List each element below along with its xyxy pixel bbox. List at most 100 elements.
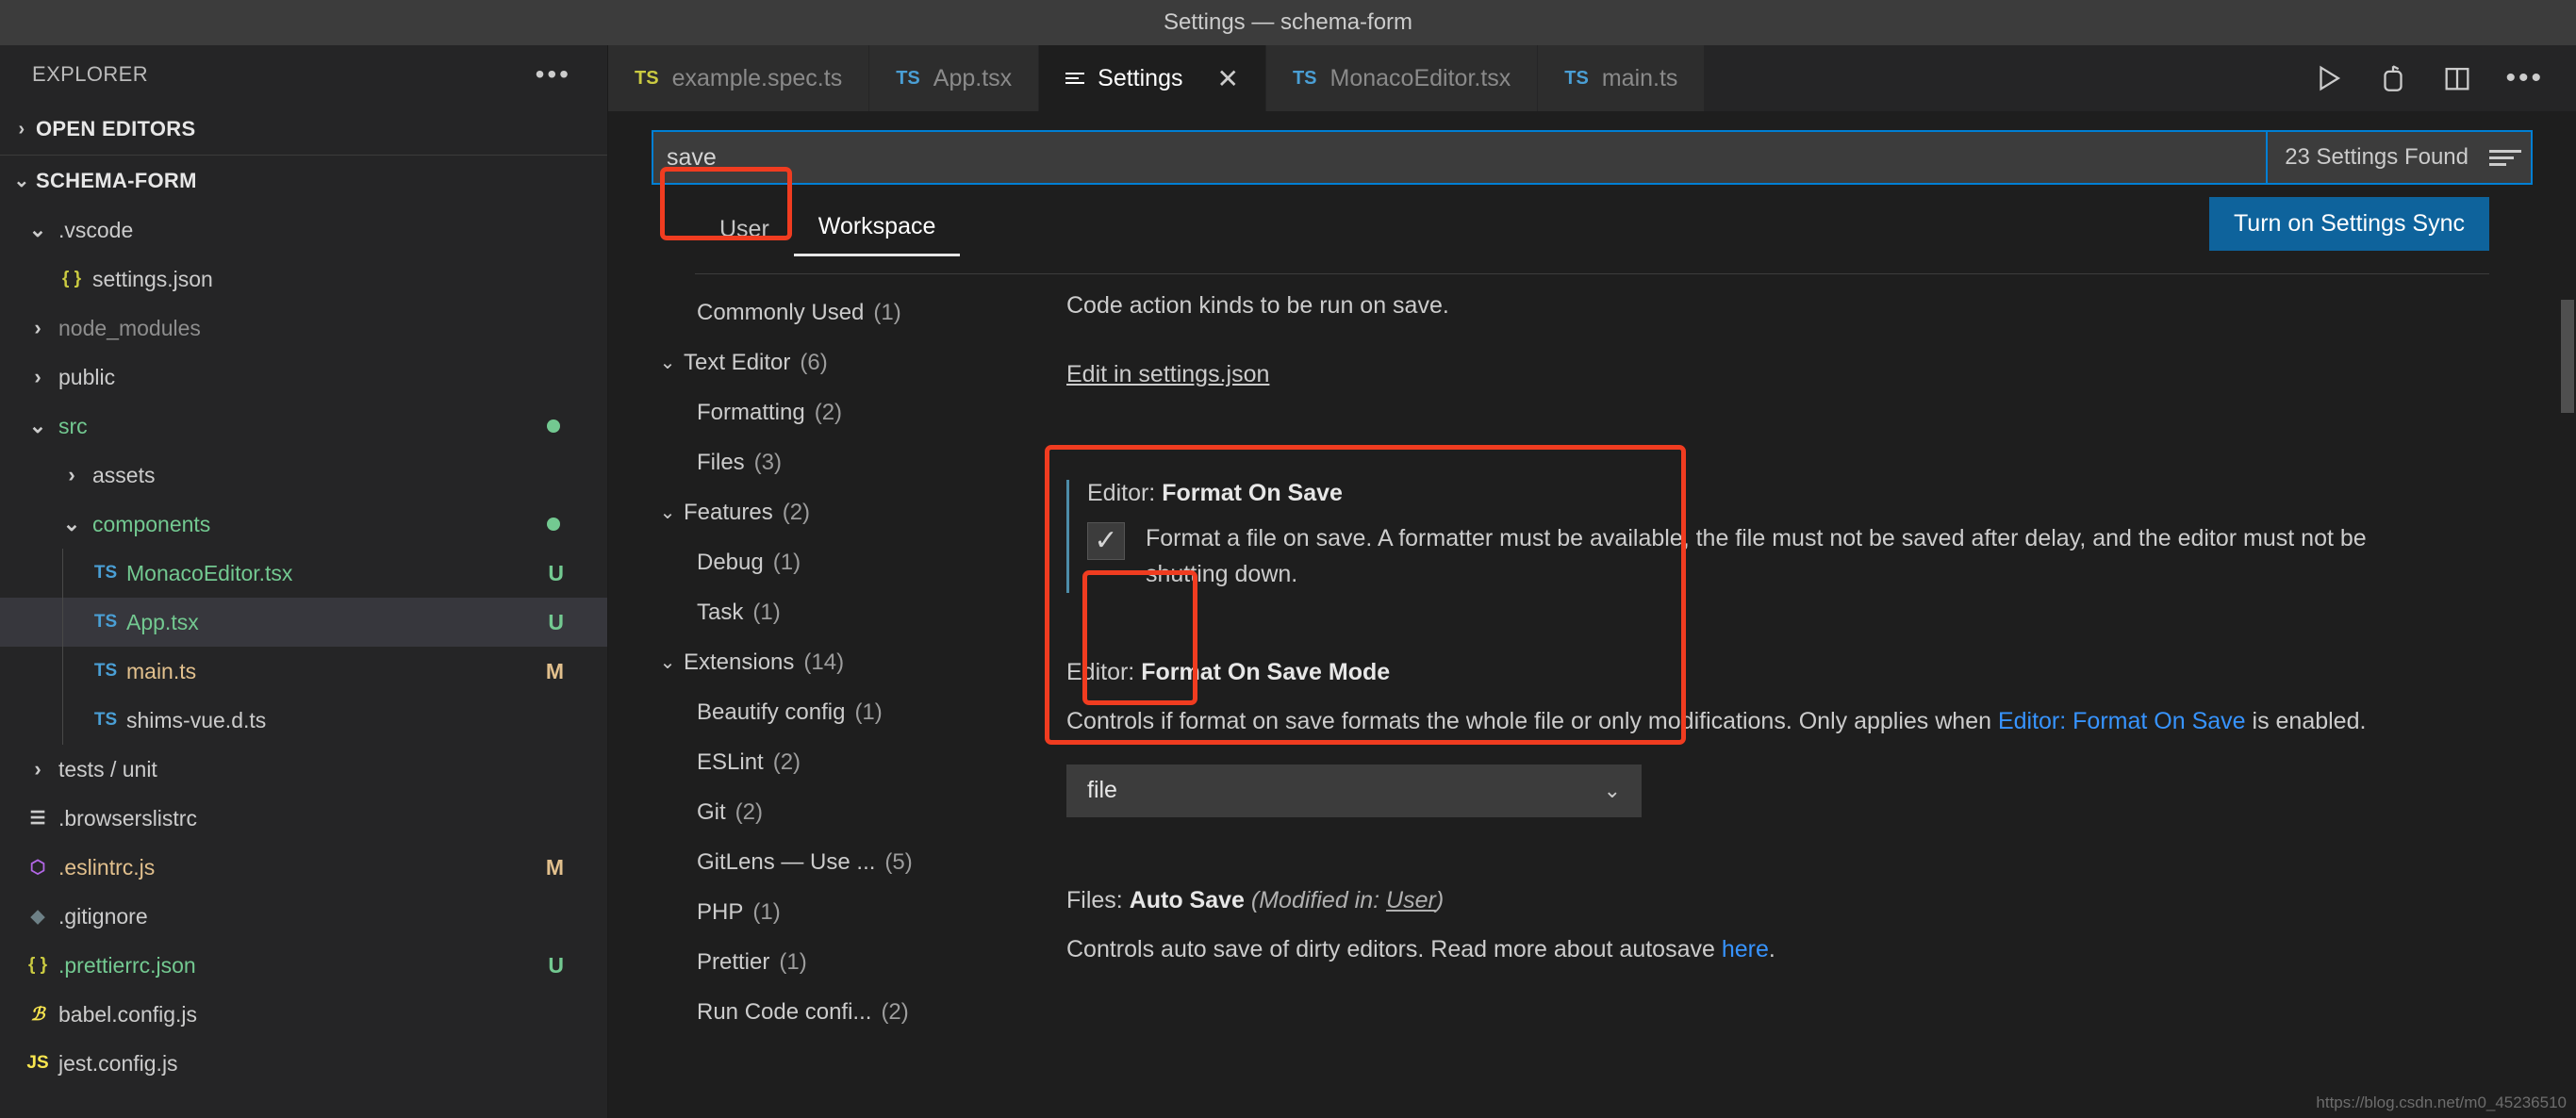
git-status-badge: U [548, 609, 564, 634]
toc-item-label: Prettier [697, 948, 770, 975]
toc-item[interactable]: ⌄ Extensions (14) [652, 637, 1066, 687]
tree-folder-row[interactable]: › assets [0, 451, 607, 500]
toc-item[interactable]: Task (1) [652, 587, 1066, 637]
typescript-file-icon: TS [93, 710, 118, 730]
typescript-file-icon: TS [896, 67, 920, 89]
format-on-save-checkbox[interactable]: ✓ [1087, 521, 1125, 560]
desc-part-1: Controls if format on save formats the w… [1066, 708, 1998, 734]
run-icon[interactable] [2313, 62, 2345, 94]
chevron-down-icon: ⌄ [659, 652, 676, 673]
filter-icon[interactable] [2489, 149, 2521, 166]
toc-item-count: (3) [753, 449, 783, 475]
toc-item-count: (1) [779, 948, 807, 975]
chevron-down-icon: ⌄ [659, 353, 676, 373]
toc-item[interactable]: Commonly Used (1) [652, 288, 1066, 337]
toc-item[interactable]: Prettier (1) [652, 937, 1066, 987]
editor-tab[interactable]: TS main.ts [1538, 45, 1706, 111]
toc-item[interactable]: Formatting (2) [652, 387, 1066, 437]
project-section[interactable]: ⌄ SCHEMA-FORM [0, 155, 607, 206]
editor-format-on-save-link[interactable]: Editor: Format On Save [1998, 708, 2246, 734]
more-actions-icon[interactable]: ••• [2505, 64, 2544, 92]
babel-file-icon: ℬ [30, 1004, 45, 1025]
setting-title: Editor: Format On Save Mode [1066, 659, 2538, 686]
indent-guide [62, 696, 63, 745]
open-editors-section[interactable]: › OPEN EDITORS [0, 104, 607, 155]
run-and-debug-icon[interactable] [2377, 62, 2409, 94]
tree-file-row[interactable]: TS App.tsx U [0, 598, 607, 647]
tree-file-row[interactable]: TS shims-vue.d.ts [0, 696, 607, 745]
turn-on-settings-sync-button[interactable]: Turn on Settings Sync [2208, 197, 2489, 251]
toc-item[interactable]: ⌄ Features (2) [652, 487, 1066, 537]
toc-item[interactable]: Git (2) [652, 787, 1066, 837]
tree-item-label: main.ts [126, 658, 197, 683]
tree-folder-row[interactable]: ⌄ .vscode [0, 206, 607, 255]
setting-editor-format-on-save-mode: Editor: Format On Save Mode Controls if … [1066, 659, 2538, 817]
tree-file-row[interactable]: { } .prettierrc.json U [0, 941, 607, 990]
editor-tab[interactable]: TS App.tsx [869, 45, 1040, 111]
tree-folder-row[interactable]: ⌄ src [0, 402, 607, 451]
git-status-badge: U [548, 952, 564, 978]
toc-item-count: (6) [800, 349, 828, 375]
explorer-sidebar: EXPLORER ••• › OPEN EDITORS ⌄ SCHEMA-FOR… [0, 45, 608, 1118]
toc-item-count: (1) [752, 599, 781, 625]
split-editor-icon[interactable] [2441, 62, 2473, 94]
toc-item[interactable]: ⌄ Text Editor (6) [652, 337, 1066, 387]
tree-item-label: MonacoEditor.tsx [126, 560, 293, 585]
tree-folder-row[interactable]: › public [0, 353, 607, 402]
chevron-right-icon: › [34, 316, 41, 339]
close-icon[interactable]: ✕ [1216, 63, 1238, 94]
editor-tab[interactable]: TS example.spec.ts [608, 45, 870, 111]
editor-tab[interactable]: Settings ✕ [1039, 45, 1266, 111]
more-icon[interactable]: ••• [536, 61, 571, 88]
toc-item[interactable]: PHP (1) [652, 887, 1066, 937]
search-input[interactable]: save [652, 130, 2269, 185]
lines-file-icon: ☰ [29, 808, 46, 829]
toc-item[interactable]: Run Code confi... (2) [652, 987, 1066, 1037]
edit-in-settings-json-link[interactable]: Edit in settings.json [1066, 356, 2538, 393]
tree-folder-row[interactable]: › tests / unit [0, 745, 607, 794]
tree-file-row[interactable]: { } settings.json [0, 255, 607, 304]
desc-part-1: Controls auto save of dirty editors. Rea… [1066, 935, 1722, 962]
setting-title-name: Format On Save Mode [1141, 659, 1391, 685]
eslint-file-icon: ⬡ [29, 857, 46, 878]
tab-user[interactable]: User [695, 208, 794, 256]
chevron-right-icon: › [34, 757, 41, 781]
tree-folder-row[interactable]: ⌄ components [0, 500, 607, 549]
tree-item-label: components [92, 511, 211, 536]
setting-title-prefix: Files: [1066, 886, 1123, 913]
toc-item[interactable]: ESLint (2) [652, 737, 1066, 787]
autosave-here-link[interactable]: here [1722, 936, 1769, 962]
toc-item-label: Beautify config [697, 699, 846, 725]
file-tree: ⌄ .vscode { } settings.json › node_modules › pu… [0, 206, 607, 1118]
tree-file-row[interactable]: ◆ .gitignore [0, 892, 607, 941]
toc-item-label: Git [697, 798, 726, 825]
toc-item[interactable]: GitLens — Use ... (5) [652, 837, 1066, 887]
tree-file-row[interactable]: ⬡ .eslintrc.js M [0, 843, 607, 892]
tree-file-row[interactable]: TS MonacoEditor.tsx U [0, 549, 607, 598]
tree-file-row[interactable]: TS main.ts M [0, 647, 607, 696]
tree-file-row[interactable]: ☰ .browserslistrc [0, 794, 607, 843]
setting-control-row: ✓ Format a file on save. A formatter mus… [1087, 520, 2538, 594]
tree-folder-row[interactable]: › node_modules [0, 304, 607, 353]
toc-item[interactable]: Files (3) [652, 437, 1066, 487]
toc-item[interactable]: Beautify config (1) [652, 687, 1066, 737]
tree-file-row[interactable]: JS jest.config.js [0, 1039, 607, 1088]
editor-tab[interactable]: TS MonacoEditor.tsx [1265, 45, 1539, 111]
settings-header: save 23 Settings Found User Workspace Tu… [608, 111, 2576, 274]
tree-item-label: babel.config.js [58, 1001, 198, 1027]
explorer-header: EXPLORER ••• [0, 45, 607, 104]
indent-guide [62, 549, 63, 598]
toc-item-count: (2) [772, 748, 801, 775]
git-status-badge: U [548, 560, 564, 585]
tab-workspace[interactable]: Workspace [793, 206, 961, 256]
chevron-right-icon: › [18, 118, 25, 140]
modified-dot [547, 518, 560, 531]
settings-scrollbar[interactable] [2561, 300, 2574, 413]
chevron-right-icon: › [68, 463, 75, 486]
window-title-bar: Settings — schema-form [0, 0, 2576, 45]
modified-scope-link[interactable]: User [1386, 887, 1436, 913]
json-file-icon: { } [27, 955, 48, 975]
format-on-save-mode-select[interactable]: file ⌄ [1066, 764, 1642, 817]
tree-file-row[interactable]: ℬbabel.config.js [0, 990, 607, 1039]
toc-item[interactable]: Debug (1) [652, 537, 1066, 587]
